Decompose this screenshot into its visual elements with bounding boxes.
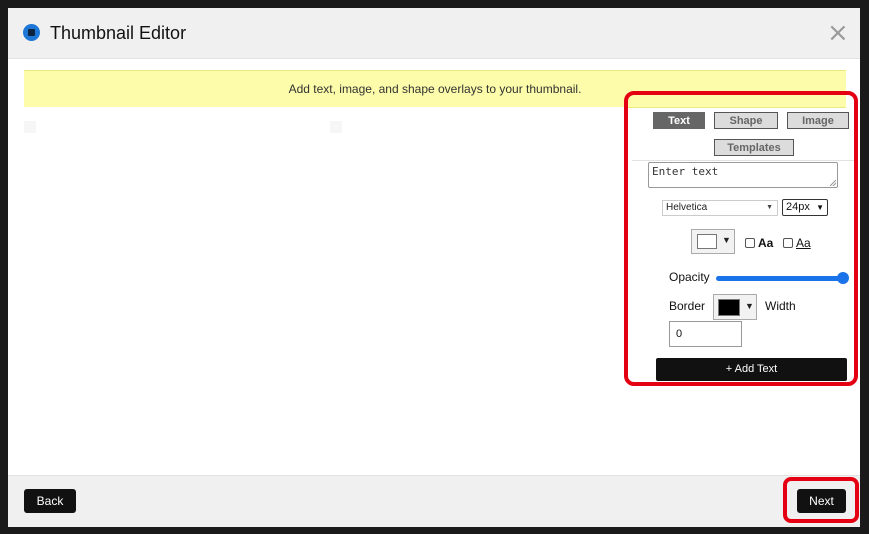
back-button[interactable]: Back [24, 489, 76, 513]
font-family-value: Helvetica [666, 202, 708, 213]
dialog-header: Thumbnail Editor × [8, 8, 860, 59]
font-family-select[interactable]: Helvetica ▼ [662, 200, 778, 216]
close-icon[interactable]: × [827, 20, 849, 46]
overlay-text-input[interactable]: Enter text [648, 162, 838, 188]
chevron-down-icon: ▼ [722, 235, 731, 245]
chevron-down-icon: ▼ [745, 301, 754, 311]
tab-shape[interactable]: Shape [714, 112, 778, 129]
font-size-value: 24px [786, 201, 810, 213]
chevron-down-icon: ▼ [816, 203, 824, 212]
tab-templates[interactable]: Templates [714, 139, 794, 156]
thumbnail-canvas[interactable] [24, 107, 624, 467]
canvas-handle [24, 121, 36, 133]
chevron-down-icon: ▼ [766, 204, 773, 211]
width-label: Width [765, 299, 796, 313]
text-color-swatch [697, 234, 717, 249]
opacity-label: Opacity [669, 270, 710, 284]
underline-label: Aa [796, 236, 811, 250]
border-color-swatch [718, 299, 740, 316]
tab-text[interactable]: Text [653, 112, 705, 129]
add-text-button[interactable]: + Add Text [656, 358, 847, 381]
bold-checkbox[interactable] [745, 238, 755, 248]
bold-label: Aa [758, 236, 774, 250]
border-width-input[interactable]: 0 [669, 321, 742, 347]
text-tool-panel: Text Shape Image Templates Enter text He… [632, 102, 854, 382]
font-size-select[interactable]: 24px ▼ [782, 199, 828, 216]
canvas-handle [330, 121, 342, 133]
border-label: Border [669, 299, 706, 313]
resize-grip-icon[interactable] [830, 180, 836, 186]
panel-divider [632, 160, 854, 161]
dialog-footer: Back Next [8, 475, 860, 527]
next-button[interactable]: Next [797, 489, 846, 513]
app-logo-icon [23, 24, 40, 41]
thumbnail-editor-dialog: Thumbnail Editor × Add text, image, and … [8, 8, 860, 527]
text-color-picker[interactable]: ▼ [691, 229, 735, 254]
tab-image[interactable]: Image [787, 112, 849, 129]
opacity-slider-thumb[interactable] [837, 272, 849, 284]
opacity-slider[interactable] [716, 272, 849, 284]
dialog-title: Thumbnail Editor [50, 23, 187, 43]
underline-checkbox[interactable] [783, 238, 793, 248]
border-color-picker[interactable]: ▼ [713, 294, 757, 320]
